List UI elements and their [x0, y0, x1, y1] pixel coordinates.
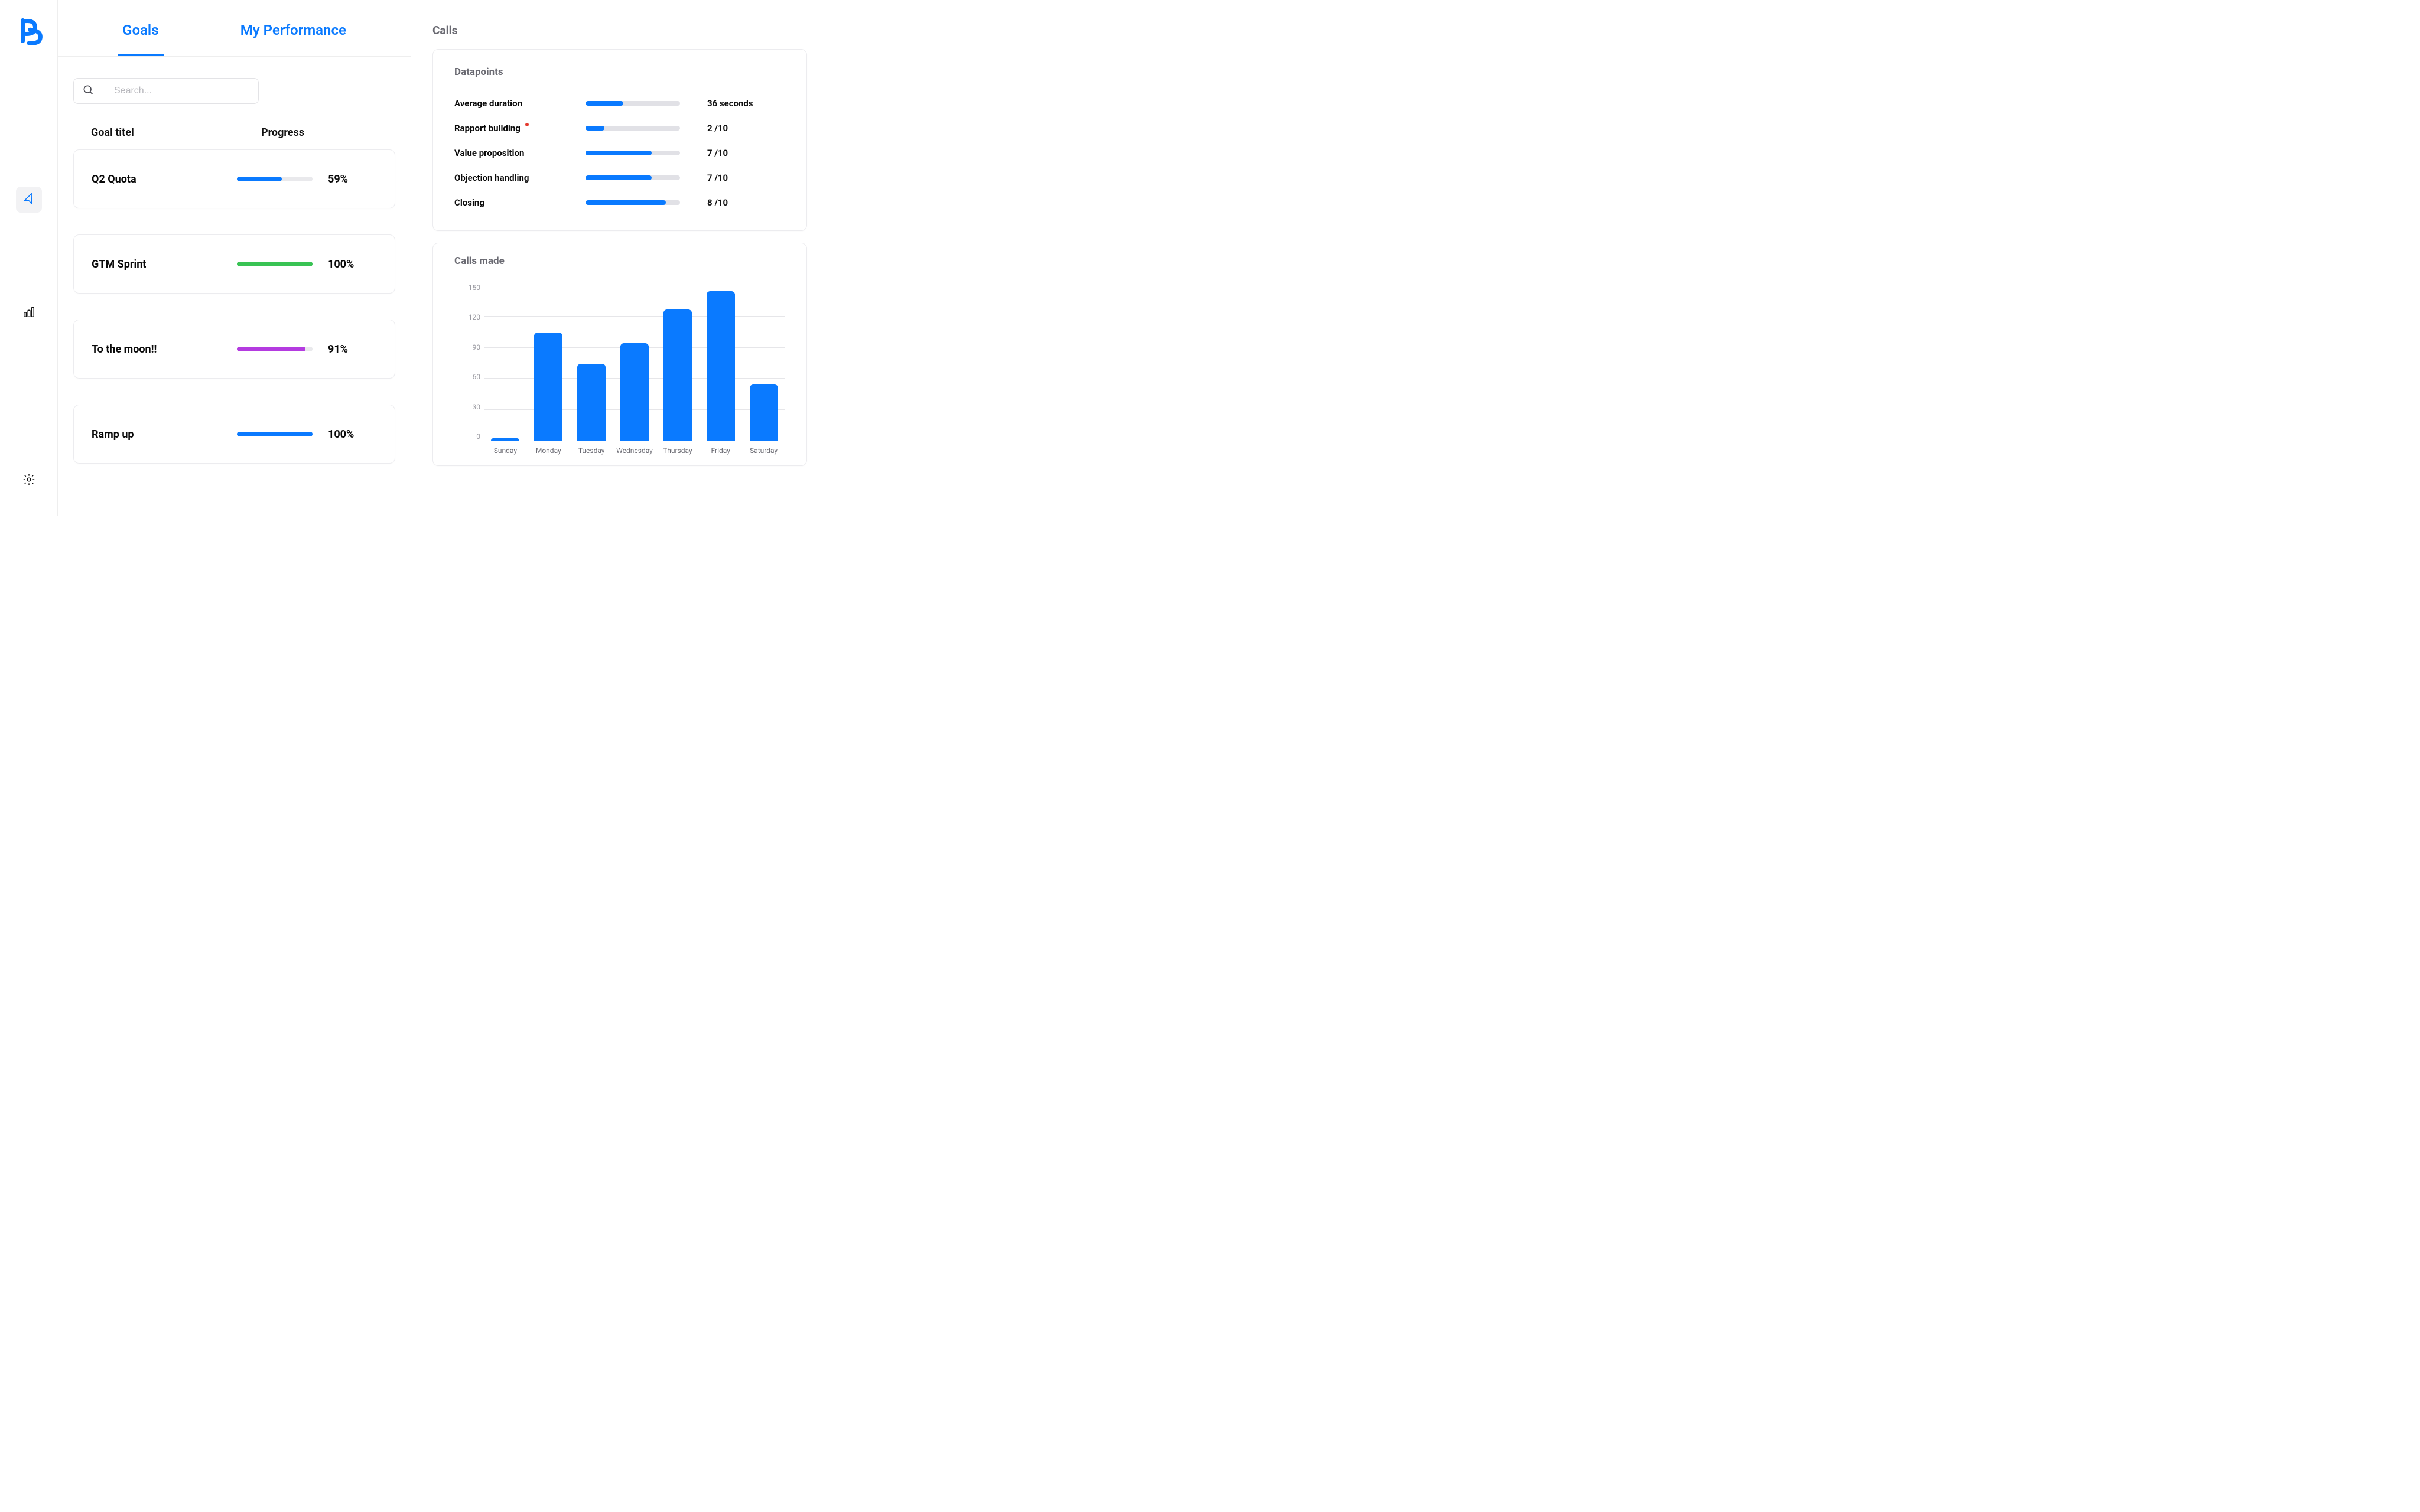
- goals-list: Q2 Quota 59% GTM Sprint 100% To the moon!! 91…: [58, 149, 411, 464]
- goal-title: Ramp up: [92, 428, 237, 441]
- chart-bar: [570, 285, 613, 441]
- goal-title: Q2 Quota: [92, 173, 237, 185]
- datapoint-bar: [586, 200, 680, 205]
- chart-bar: [699, 285, 742, 441]
- y-tick: 150: [469, 284, 480, 292]
- chart-x-axis: SundayMondayTuesdayWednesdayThursdayFrid…: [484, 447, 785, 455]
- y-tick: 90: [473, 343, 481, 351]
- goal-progress-bar: [237, 177, 313, 181]
- goal-card[interactable]: GTM Sprint 100%: [73, 234, 395, 294]
- nav-arrow-icon[interactable]: [16, 187, 42, 213]
- goal-progress-pct: 59%: [328, 173, 348, 185]
- goal-progress-bar: [237, 432, 313, 436]
- y-tick: 0: [476, 432, 480, 441]
- x-tick: Sunday: [484, 447, 527, 455]
- goals-panel: Goals My Performance Goal titel Progress…: [58, 0, 411, 516]
- datapoint-value: 7 /10: [707, 172, 728, 183]
- tab-goals[interactable]: Goals: [118, 2, 163, 55]
- datapoint-row: Closing 8 /10: [454, 190, 785, 215]
- goal-progress-bar: [237, 262, 313, 266]
- x-tick: Thursday: [656, 447, 699, 455]
- datapoint-row: Average duration 36 seconds: [454, 91, 785, 116]
- search-box[interactable]: [73, 78, 259, 104]
- search-input[interactable]: [114, 86, 250, 96]
- datapoint-label: Value proposition: [454, 148, 586, 158]
- col-goal-title: Goal titel: [91, 126, 261, 139]
- datapoint-row: Value proposition 7 /10: [454, 141, 785, 165]
- datapoint-bar: [586, 126, 680, 131]
- datapoint-label: Objection handling: [454, 172, 586, 183]
- y-tick: 120: [469, 313, 480, 321]
- chart-y-axis: 150 120 90 60 30 0: [454, 280, 480, 457]
- x-tick: Monday: [527, 447, 570, 455]
- datapoints-title: Datapoints: [454, 66, 785, 78]
- goal-progress-bar: [237, 347, 313, 351]
- goal-title: GTM Sprint: [92, 258, 237, 271]
- gear-icon[interactable]: [16, 467, 42, 493]
- sidebar-rail: [0, 0, 58, 516]
- y-tick: 30: [473, 403, 481, 411]
- datapoint-bar: [586, 151, 680, 155]
- alert-dot-icon: [525, 123, 529, 126]
- goal-progress-pct: 100%: [328, 258, 354, 271]
- goal-card[interactable]: To the moon!! 91%: [73, 320, 395, 379]
- calls-section-title: Calls: [432, 24, 807, 37]
- datapoint-label: Average duration: [454, 98, 586, 109]
- goals-list-header: Goal titel Progress: [58, 112, 411, 149]
- chart-bar: [613, 285, 656, 441]
- chart-plot: SundayMondayTuesdayWednesdayThursdayFrid…: [480, 280, 785, 457]
- tabs: Goals My Performance: [58, 0, 411, 57]
- search-icon: [82, 84, 94, 98]
- x-tick: Tuesday: [570, 447, 613, 455]
- chart-bar: [484, 285, 527, 441]
- app-logo: [12, 14, 45, 47]
- x-tick: Wednesday: [613, 447, 656, 455]
- x-tick: Saturday: [742, 447, 785, 455]
- chart-bar: [742, 285, 785, 441]
- goal-card[interactable]: Q2 Quota 59%: [73, 149, 395, 208]
- goal-card[interactable]: Ramp up 100%: [73, 405, 395, 464]
- calls-panel: Calls Datapoints Average duration 36 seco…: [411, 0, 827, 516]
- datapoint-bar: [586, 175, 680, 180]
- goal-title: To the moon!!: [92, 343, 237, 356]
- x-tick: Friday: [699, 447, 742, 455]
- chart-bar: [527, 285, 570, 441]
- datapoint-value: 36 seconds: [707, 98, 753, 109]
- datapoint-value: 2 /10: [707, 123, 728, 133]
- calls-made-title: Calls made: [454, 255, 785, 267]
- goal-progress-pct: 91%: [328, 343, 348, 356]
- datapoint-label: Closing: [454, 197, 586, 208]
- datapoint-row: Rapport building 2 /10: [454, 116, 785, 141]
- datapoint-row: Objection handling 7 /10: [454, 165, 785, 190]
- datapoints-card: Datapoints Average duration 36 seconds Rap…: [432, 49, 807, 231]
- goal-progress-pct: 100%: [328, 428, 354, 441]
- bar-chart-icon[interactable]: [16, 299, 42, 325]
- calls-made-chart: 150 120 90 60 30 0 SundayMondayTuesdayWednesd…: [454, 280, 785, 457]
- chart-bar: [656, 285, 699, 441]
- y-tick: 60: [473, 373, 481, 381]
- datapoint-bar: [586, 101, 680, 106]
- tab-my-performance[interactable]: My Performance: [236, 2, 351, 55]
- calls-made-card: Calls made 150 120 90 60 30 0 SundayMondayTue…: [432, 243, 807, 466]
- datapoint-label: Rapport building: [454, 123, 586, 133]
- datapoint-value: 8 /10: [707, 197, 728, 208]
- col-progress: Progress: [261, 126, 304, 139]
- datapoint-value: 7 /10: [707, 148, 728, 158]
